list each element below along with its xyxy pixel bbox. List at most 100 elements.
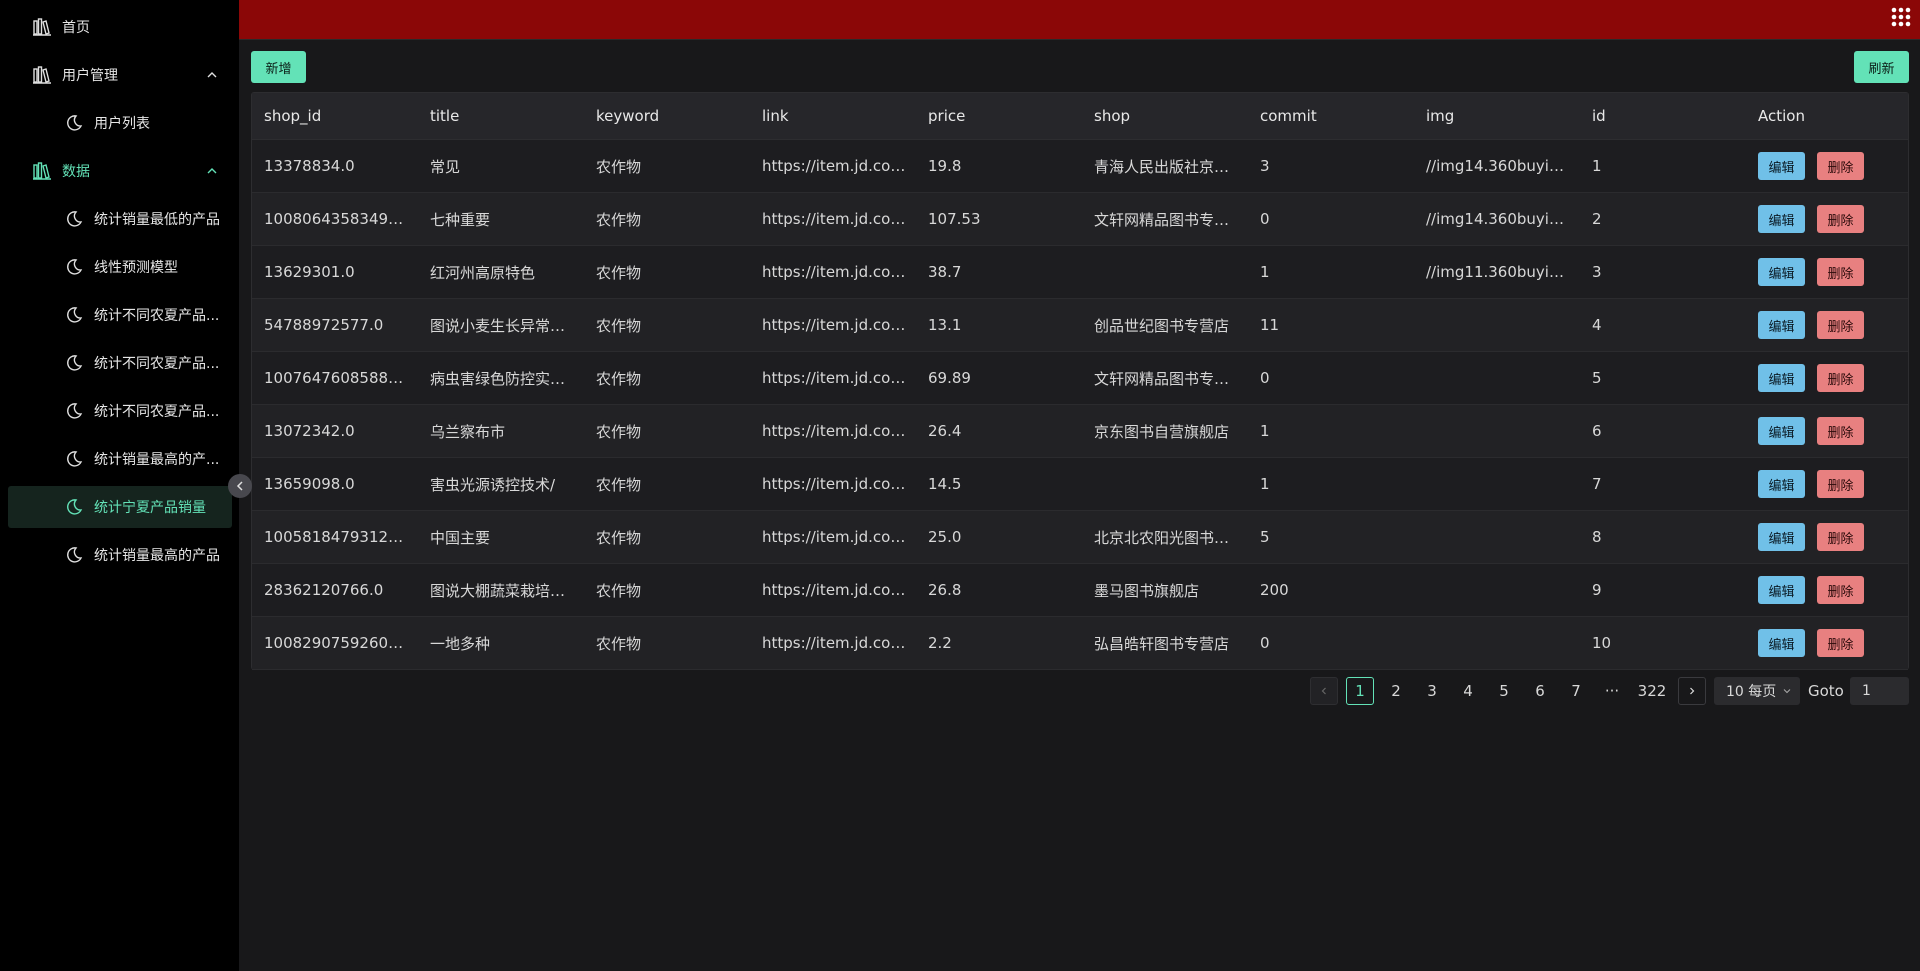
cell-action: 编辑 删除	[1746, 511, 1910, 563]
sidebar-collapse-button[interactable]	[228, 474, 252, 498]
cell-value: 京东图书自营旗舰店	[1094, 422, 1230, 441]
cell-title: 病虫害绿色防控实践...	[418, 352, 576, 404]
cell-link: https://item.jd.com...	[750, 564, 908, 616]
delete-button[interactable]: 删除	[1817, 205, 1864, 233]
page-button-1[interactable]: 1	[1346, 677, 1374, 705]
delete-button[interactable]: 删除	[1817, 523, 1864, 551]
edit-button[interactable]: 编辑	[1758, 470, 1805, 498]
cell-value: 19.8	[928, 157, 962, 175]
goto-input[interactable]	[1850, 677, 1909, 705]
cell-value: 10058184793121.0	[264, 528, 410, 546]
prev-page-button[interactable]	[1310, 677, 1338, 705]
delete-button[interactable]: 删除	[1817, 470, 1864, 498]
sidebar-item-10[interactable]: 统计宁夏产品销量	[8, 486, 232, 528]
cell-value: 11	[1260, 316, 1280, 334]
sidebar-item-8[interactable]: 统计不同农夏产品...	[8, 390, 232, 432]
refresh-button[interactable]: 刷新	[1854, 51, 1909, 83]
cell-value: 农作物	[596, 528, 642, 547]
delete-button[interactable]: 删除	[1817, 576, 1864, 604]
edit-button[interactable]: 编辑	[1758, 364, 1805, 392]
next-page-button[interactable]	[1678, 677, 1706, 705]
top-header	[239, 0, 1920, 40]
page-button-322[interactable]: 322	[1634, 677, 1670, 705]
page-button-2[interactable]: 2	[1382, 677, 1410, 705]
delete-button[interactable]: 删除	[1817, 311, 1864, 339]
add-button[interactable]: 新增	[251, 51, 306, 83]
edit-button[interactable]: 编辑	[1758, 258, 1805, 286]
cell-shop: 文轩网精品图书专营店	[1082, 193, 1240, 245]
cell-value: 害虫光源诱控技术/	[430, 475, 556, 494]
delete-button[interactable]: 删除	[1817, 417, 1864, 445]
cell-value: 54788972577.0	[264, 316, 384, 334]
cell-value: 4	[1592, 316, 1602, 334]
book-icon	[32, 65, 52, 85]
cell-value: 200	[1260, 581, 1289, 599]
cell-value: 25.0	[928, 528, 962, 546]
sidebar-item-5[interactable]: 线性预测模型	[8, 246, 232, 288]
cell-action: 编辑 删除	[1746, 405, 1910, 457]
page-button-3[interactable]: 3	[1418, 677, 1446, 705]
cell-action: 编辑 删除	[1746, 246, 1910, 298]
page-button-5[interactable]: 5	[1490, 677, 1518, 705]
edit-button[interactable]: 编辑	[1758, 205, 1805, 233]
sidebar-item-6[interactable]: 统计不同农夏产品...	[8, 294, 232, 336]
sidebar-group-0[interactable]: 首页	[8, 6, 232, 48]
cell-shop_id: 10058184793121.0	[252, 511, 410, 563]
edit-button[interactable]: 编辑	[1758, 152, 1805, 180]
cell-commit: 1	[1248, 458, 1406, 510]
cell-id: 2	[1580, 193, 1738, 245]
sidebar-item-2[interactable]: 用户列表	[8, 102, 232, 144]
delete-button[interactable]: 删除	[1817, 364, 1864, 392]
cell-value: 5	[1592, 369, 1602, 387]
delete-button[interactable]: 删除	[1817, 629, 1864, 657]
cell-value: 10076476085880.0	[264, 369, 410, 387]
cell-id: 10	[1580, 617, 1738, 669]
cell-commit: 11	[1248, 299, 1406, 351]
column-header-shop_id: shop_id	[264, 107, 322, 125]
cell-value: 69.89	[928, 369, 971, 387]
column-header-title: title	[430, 107, 460, 125]
cell-value: 创品世纪图书专营店	[1094, 316, 1230, 335]
cell-value: 9	[1592, 581, 1602, 599]
sidebar-item-4[interactable]: 统计销量最低的产品	[8, 198, 232, 240]
sidebar-item-label: 用户列表	[94, 116, 150, 132]
page-button-6[interactable]: 6	[1526, 677, 1554, 705]
table-row: 13072342.0 乌兰察布市 农作物 https://item.jd.com...…	[252, 405, 1908, 458]
table-row: 10080643583494.0 七种重要 农作物 https://item.jd.c…	[252, 193, 1908, 246]
column-header-action: Action	[1758, 107, 1805, 125]
cell-shop_id: 13072342.0	[252, 405, 410, 457]
sidebar-item-9[interactable]: 统计销量最高的产...	[8, 438, 232, 480]
edit-button[interactable]: 编辑	[1758, 523, 1805, 551]
cell-value: https://item.jd.com...	[762, 475, 908, 493]
delete-button[interactable]: 删除	[1817, 152, 1864, 180]
table-row: 28362120766.0 图说大棚蔬菜栽培关... 农作物 https://item…	[252, 564, 1908, 617]
table-row: 13378834.0 常见 农作物 https://item.jd.com... 19.…	[252, 140, 1908, 193]
cell-link: https://item.jd.com...	[750, 511, 908, 563]
edit-button[interactable]: 编辑	[1758, 417, 1805, 445]
apps-grid-icon[interactable]	[1890, 6, 1912, 28]
sidebar-group-3[interactable]: 数据	[8, 150, 232, 192]
edit-button[interactable]: 编辑	[1758, 576, 1805, 604]
cell-link: https://item.jd.com...	[750, 405, 908, 457]
edit-button[interactable]: 编辑	[1758, 311, 1805, 339]
cell-shop	[1082, 246, 1240, 298]
sidebar-item-label: 统计销量最高的产品	[94, 548, 220, 564]
page-button-4[interactable]: 4	[1454, 677, 1482, 705]
sidebar-item-7[interactable]: 统计不同农夏产品...	[8, 342, 232, 384]
cell-value: 5	[1260, 528, 1270, 546]
edit-button[interactable]: 编辑	[1758, 629, 1805, 657]
sidebar-group-1[interactable]: 用户管理	[8, 54, 232, 96]
delete-button[interactable]: 删除	[1817, 258, 1864, 286]
sidebar-item-11[interactable]: 统计销量最高的产品	[8, 534, 232, 576]
cell-value: 1	[1260, 475, 1270, 493]
cell-action: 编辑 删除	[1746, 458, 1910, 510]
cell-keyword: 农作物	[584, 564, 742, 616]
moon-icon	[64, 449, 84, 469]
cell-keyword: 农作物	[584, 246, 742, 298]
chevron-down-icon	[1783, 689, 1791, 694]
page-size-select[interactable]: 10 每页	[1714, 677, 1800, 705]
page-button-7[interactable]: 7	[1562, 677, 1590, 705]
cell-price: 13.1	[916, 299, 1074, 351]
cell-link: https://item.jd.com...	[750, 246, 908, 298]
cell-img	[1414, 299, 1572, 351]
